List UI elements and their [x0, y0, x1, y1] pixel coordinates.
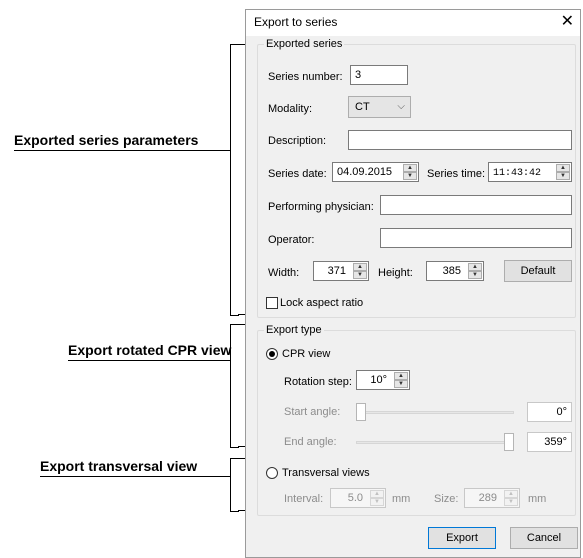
- modality-value: CT: [355, 101, 370, 113]
- dialog-title: Export to series: [254, 15, 338, 29]
- end-angle-slider-thumb[interactable]: [504, 433, 514, 451]
- performing-physician-input[interactable]: [380, 195, 572, 215]
- transversal-bracket: [230, 458, 239, 512]
- exported-series-legend: Exported series: [264, 38, 345, 50]
- spin-up-icon[interactable]: ▲: [556, 164, 570, 172]
- width-input[interactable]: 371 ▲ ▼: [313, 261, 369, 281]
- end-angle-slider-track[interactable]: [356, 441, 514, 444]
- spin-down-icon[interactable]: ▼: [556, 172, 570, 180]
- export-type-legend: Export type: [264, 324, 324, 336]
- spin-down-icon[interactable]: ▼: [353, 271, 367, 279]
- close-icon[interactable]: ✕: [561, 12, 574, 32]
- operator-label: Operator:: [268, 234, 315, 246]
- series-date-spinner[interactable]: ▲ ▼: [403, 164, 417, 180]
- cancel-button[interactable]: Cancel: [510, 527, 578, 549]
- start-angle-value: 0°: [527, 402, 572, 422]
- description-label: Description:: [268, 135, 327, 147]
- modality-select[interactable]: CT ⌵: [348, 96, 411, 118]
- rotation-step-input[interactable]: 10° ▲ ▼: [356, 370, 410, 390]
- start-angle-slider-thumb[interactable]: [356, 403, 366, 421]
- annotation-exported-series: Exported series parameters: [14, 132, 199, 148]
- start-angle-slider-track[interactable]: [356, 411, 514, 414]
- modality-label: Modality:: [268, 103, 313, 115]
- title-bar: Export to series ✕: [246, 10, 580, 36]
- interval-label: Interval:: [284, 493, 324, 505]
- annotation-rotated-cpr: Export rotated CPR view: [68, 342, 232, 358]
- series-date-input[interactable]: 04.09.2015 ▲ ▼: [332, 162, 419, 182]
- start-angle-label: Start angle:: [284, 406, 341, 418]
- description-input[interactable]: [348, 130, 572, 150]
- width-spinner[interactable]: ▲ ▼: [353, 263, 367, 279]
- height-input[interactable]: 385 ▲ ▼: [426, 261, 484, 281]
- interval-unit: mm: [392, 493, 411, 505]
- spin-down-icon[interactable]: ▼: [394, 380, 408, 388]
- export-to-series-dialog: Export to series ✕ Exported series Serie…: [245, 9, 581, 558]
- size-spinner[interactable]: ▲ ▼: [504, 490, 518, 506]
- performing-physician-label: Performing physician:: [268, 201, 374, 213]
- cpr-view-label[interactable]: CPR view: [282, 348, 330, 360]
- annotation-rotated-cpr-underline: [68, 360, 230, 361]
- interval-spinner[interactable]: ▲ ▼: [370, 490, 384, 506]
- exported-series-bracket: [230, 44, 239, 316]
- series-number-input[interactable]: 3: [350, 65, 408, 85]
- spin-down-icon[interactable]: ▼: [403, 172, 417, 180]
- interval-value: 5.0: [347, 492, 363, 504]
- spin-down-icon[interactable]: ▼: [468, 271, 482, 279]
- size-value: 289: [478, 492, 497, 504]
- size-label: Size:: [434, 493, 459, 505]
- series-time-input[interactable]: 11:43:42 ▲ ▼: [488, 162, 572, 182]
- height-value: 385: [442, 265, 461, 277]
- rotation-step-spinner[interactable]: ▲ ▼: [394, 372, 408, 388]
- annotation-transversal: Export transversal view: [40, 458, 198, 474]
- export-button[interactable]: Export: [428, 527, 496, 549]
- interval-input[interactable]: 5.0 ▲ ▼: [330, 488, 386, 508]
- spin-up-icon[interactable]: ▲: [468, 263, 482, 271]
- transversal-views-radio[interactable]: [266, 467, 278, 479]
- spin-down-icon[interactable]: ▼: [504, 498, 518, 506]
- export-type-group: Export type CPR view Rotation step: 10° …: [257, 324, 576, 516]
- exported-series-group: Exported series Series number: 3 Modalit…: [257, 38, 576, 318]
- series-time-value: 11:43:42: [493, 168, 542, 179]
- spin-up-icon[interactable]: ▲: [504, 490, 518, 498]
- spin-up-icon[interactable]: ▲: [394, 372, 408, 380]
- height-spinner[interactable]: ▲ ▼: [468, 263, 482, 279]
- chevron-down-icon: ⌵: [397, 101, 405, 112]
- rotation-step-label: Rotation step:: [284, 376, 352, 388]
- end-angle-label: End angle:: [284, 436, 337, 448]
- rotation-step-value: 10°: [370, 374, 387, 386]
- width-value: 371: [327, 265, 346, 277]
- lock-aspect-label[interactable]: Lock aspect ratio: [280, 297, 363, 309]
- width-label: Width:: [268, 267, 300, 279]
- end-angle-value: 359°: [527, 432, 572, 452]
- series-date-label: Series date:: [268, 168, 327, 180]
- height-label: Height:: [378, 267, 413, 279]
- lock-aspect-checkbox[interactable]: [266, 297, 278, 309]
- default-button[interactable]: Default: [504, 260, 572, 282]
- annotation-transversal-underline: [40, 476, 230, 477]
- spin-up-icon[interactable]: ▲: [403, 164, 417, 172]
- cpr-view-radio[interactable]: [266, 348, 278, 360]
- annotation-exported-series-underline: [14, 150, 230, 151]
- series-number-label: Series number:: [268, 71, 343, 83]
- spin-down-icon[interactable]: ▼: [370, 498, 384, 506]
- series-date-value: 04.09.2015: [337, 166, 393, 178]
- transversal-views-label[interactable]: Transversal views: [282, 467, 370, 479]
- operator-input[interactable]: [380, 228, 572, 248]
- spin-up-icon[interactable]: ▲: [353, 263, 367, 271]
- size-unit: mm: [528, 493, 547, 505]
- size-input[interactable]: 289 ▲ ▼: [464, 488, 520, 508]
- series-time-spinner[interactable]: ▲ ▼: [556, 164, 570, 180]
- spin-up-icon[interactable]: ▲: [370, 490, 384, 498]
- series-time-label: Series time:: [427, 168, 486, 180]
